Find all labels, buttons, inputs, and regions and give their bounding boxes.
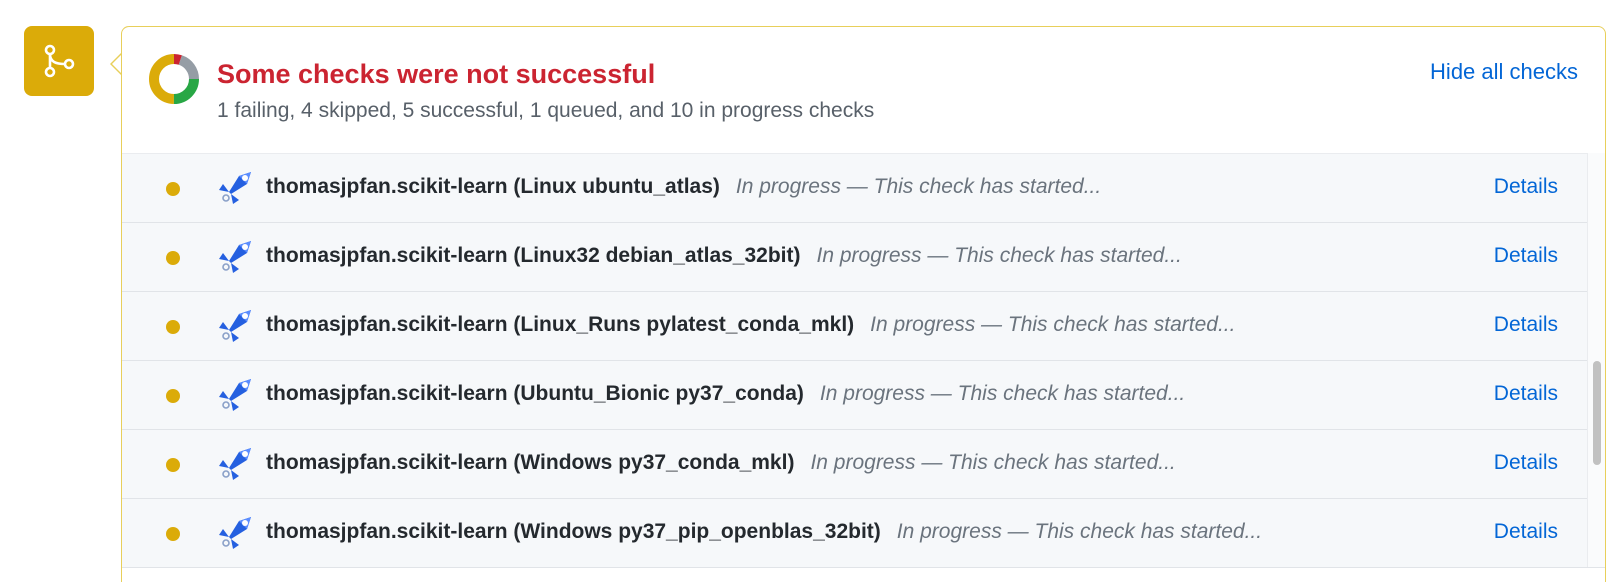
check-description: In progress — This check has started...	[810, 451, 1176, 474]
check-row: thomasjpfan.scikit-learn (Linux_Runs pyl…	[122, 292, 1587, 361]
check-name-text: thomasjpfan.scikit-learn (Ubuntu_Bionic …	[266, 382, 804, 405]
check-name-text: thomasjpfan.scikit-learn (Linux ubuntu_a…	[266, 175, 720, 198]
check-name: thomasjpfan.scikit-learn (Ubuntu_Bionic …	[266, 382, 1185, 406]
check-name: thomasjpfan.scikit-learn (Linux32 debian…	[266, 244, 1182, 268]
check-name: thomasjpfan.scikit-learn (Linux ubuntu_a…	[266, 175, 1101, 199]
azure-pipelines-icon	[219, 172, 251, 204]
in-progress-dot-icon	[166, 389, 180, 403]
details-link[interactable]: Details	[1494, 382, 1558, 406]
checks-panel: Some checks were not successful 1 failin…	[121, 26, 1606, 582]
check-name-text: thomasjpfan.scikit-learn (Linux32 debian…	[266, 244, 801, 267]
panel-footer	[122, 567, 1605, 582]
checks-header: Some checks were not successful 1 failin…	[122, 27, 1605, 153]
hide-all-checks-link[interactable]: Hide all checks	[1430, 59, 1578, 85]
checks-status-summary: 1 failing, 4 skipped, 5 successful, 1 qu…	[217, 99, 875, 122]
check-row: thomasjpfan.scikit-learn (Linux32 debian…	[122, 223, 1587, 292]
check-description: In progress — This check has started...	[735, 175, 1102, 198]
check-row: thomasjpfan.scikit-learn (Windows py37_p…	[122, 499, 1587, 568]
merge-status-badge	[24, 26, 94, 96]
azure-pipelines-icon	[219, 517, 251, 549]
git-merge-icon	[44, 44, 75, 78]
azure-pipelines-icon	[219, 379, 251, 411]
details-link[interactable]: Details	[1494, 244, 1558, 268]
details-link[interactable]: Details	[1494, 175, 1558, 199]
check-row: thomasjpfan.scikit-learn (Windows py37_c…	[122, 430, 1587, 499]
details-link[interactable]: Details	[1494, 520, 1558, 544]
in-progress-dot-icon	[166, 320, 180, 334]
in-progress-dot-icon	[166, 251, 180, 265]
in-progress-dot-icon	[166, 458, 180, 472]
check-description: In progress — This check has started...	[816, 244, 1182, 267]
checks-view: Some checks were not successful 1 failin…	[0, 0, 1622, 582]
check-name: thomasjpfan.scikit-learn (Windows py37_c…	[266, 451, 1176, 475]
checks-status-title: Some checks were not successful	[217, 59, 656, 89]
check-name-text: thomasjpfan.scikit-learn (Windows py37_c…	[266, 451, 795, 474]
details-link[interactable]: Details	[1494, 451, 1558, 475]
azure-pipelines-icon	[219, 448, 251, 480]
scrollbar-thumb[interactable]	[1593, 361, 1601, 465]
check-name-text: thomasjpfan.scikit-learn (Linux_Runs pyl…	[266, 313, 855, 336]
check-description: In progress — This check has started...	[896, 520, 1263, 543]
azure-pipelines-icon	[219, 310, 251, 342]
check-description: In progress — This check has started...	[870, 313, 1236, 336]
in-progress-dot-icon	[166, 182, 180, 196]
check-list: thomasjpfan.scikit-learn (Linux ubuntu_a…	[122, 153, 1587, 568]
in-progress-dot-icon	[166, 527, 180, 541]
check-row: thomasjpfan.scikit-learn (Ubuntu_Bionic …	[122, 361, 1587, 430]
check-name: thomasjpfan.scikit-learn (Linux_Runs pyl…	[266, 313, 1235, 337]
check-row: thomasjpfan.scikit-learn (Linux ubuntu_a…	[122, 154, 1587, 223]
check-list-scrollbar[interactable]	[1587, 153, 1605, 567]
check-status-donut-icon	[149, 54, 199, 104]
details-link[interactable]: Details	[1494, 313, 1558, 337]
check-name-text: thomasjpfan.scikit-learn (Windows py37_p…	[266, 520, 881, 543]
azure-pipelines-icon	[219, 241, 251, 273]
check-description: In progress — This check has started...	[819, 382, 1186, 405]
check-name: thomasjpfan.scikit-learn (Windows py37_p…	[266, 520, 1262, 544]
